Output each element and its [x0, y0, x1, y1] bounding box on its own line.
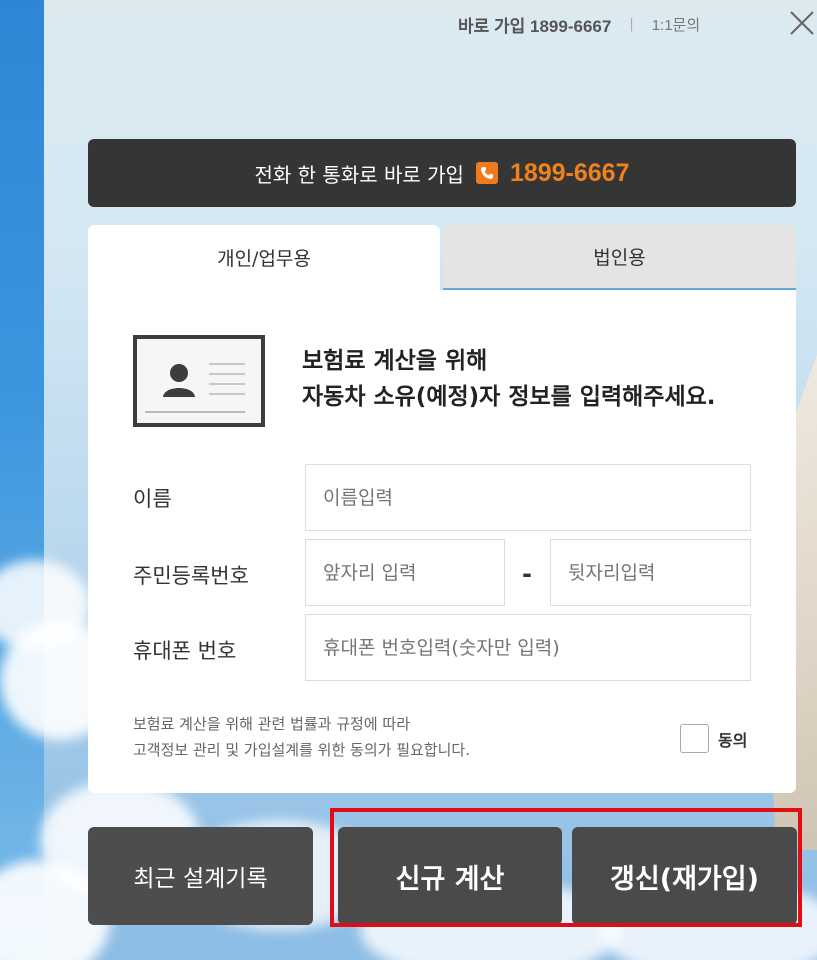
header-separator: |: [629, 16, 634, 32]
name-label: 이름: [133, 487, 172, 511]
notice-line1: 보험료 계산을 위해 관련 법률과 규정에 따라: [133, 715, 411, 733]
phone-number: 1899-6667: [509, 158, 630, 187]
inquiry-link[interactable]: 1:1문의: [652, 14, 700, 35]
intro-line2: 자동차 소유(예정)자 정보를 입력해주세요.: [302, 384, 716, 410]
close-button[interactable]: [787, 8, 817, 38]
highlight-annotation: [330, 808, 802, 927]
rrn-front-input[interactable]: [305, 539, 505, 606]
consent-notice: 보험료 계산을 위해 관련 법률과 규정에 따라 고객정보 관리 및 가입설계를…: [133, 711, 470, 763]
close-icon: [790, 11, 814, 35]
tab-corporate[interactable]: 법인용: [443, 225, 796, 290]
phone-input[interactable]: [305, 614, 751, 681]
top-bar: 바로 가입 1899-6667 | 1:1문의: [458, 10, 700, 38]
rrn-separator: -: [522, 560, 532, 588]
phone-label: 휴대폰 번호: [133, 639, 237, 663]
direct-join-link[interactable]: 바로 가입 1899-6667: [458, 12, 611, 37]
form-card: 보험료 계산을 위해 자동차 소유(예정)자 정보를 입력해주세요. 이름 주민…: [88, 290, 796, 793]
tab-personal[interactable]: 개인/업무용: [88, 225, 440, 290]
background-sky-edge: [0, 0, 44, 960]
rrn-back-input[interactable]: [550, 539, 751, 606]
agree-toggle[interactable]: 동의: [680, 724, 747, 753]
intro-line1: 보험료 계산을 위해: [302, 348, 488, 374]
phone-icon: [475, 162, 498, 184]
form-intro: 보험료 계산을 위해 자동차 소유(예정)자 정보를 입력해주세요.: [302, 343, 716, 415]
notice-line2: 고객정보 관리 및 가입설계를 위한 동의가 필요합니다.: [133, 741, 470, 759]
rrn-label: 주민등록번호: [133, 564, 249, 588]
phone-banner[interactable]: 전화 한 통화로 바로 가입 1899-6667: [88, 139, 796, 207]
name-input[interactable]: [305, 464, 751, 531]
agree-label: 동의: [718, 730, 748, 750]
id-card-icon: [133, 335, 265, 427]
agree-checkbox[interactable]: [680, 724, 709, 753]
recent-history-button[interactable]: 최근 설계기록: [88, 827, 313, 925]
phone-banner-text: 전화 한 통화로 바로 가입: [254, 162, 464, 187]
